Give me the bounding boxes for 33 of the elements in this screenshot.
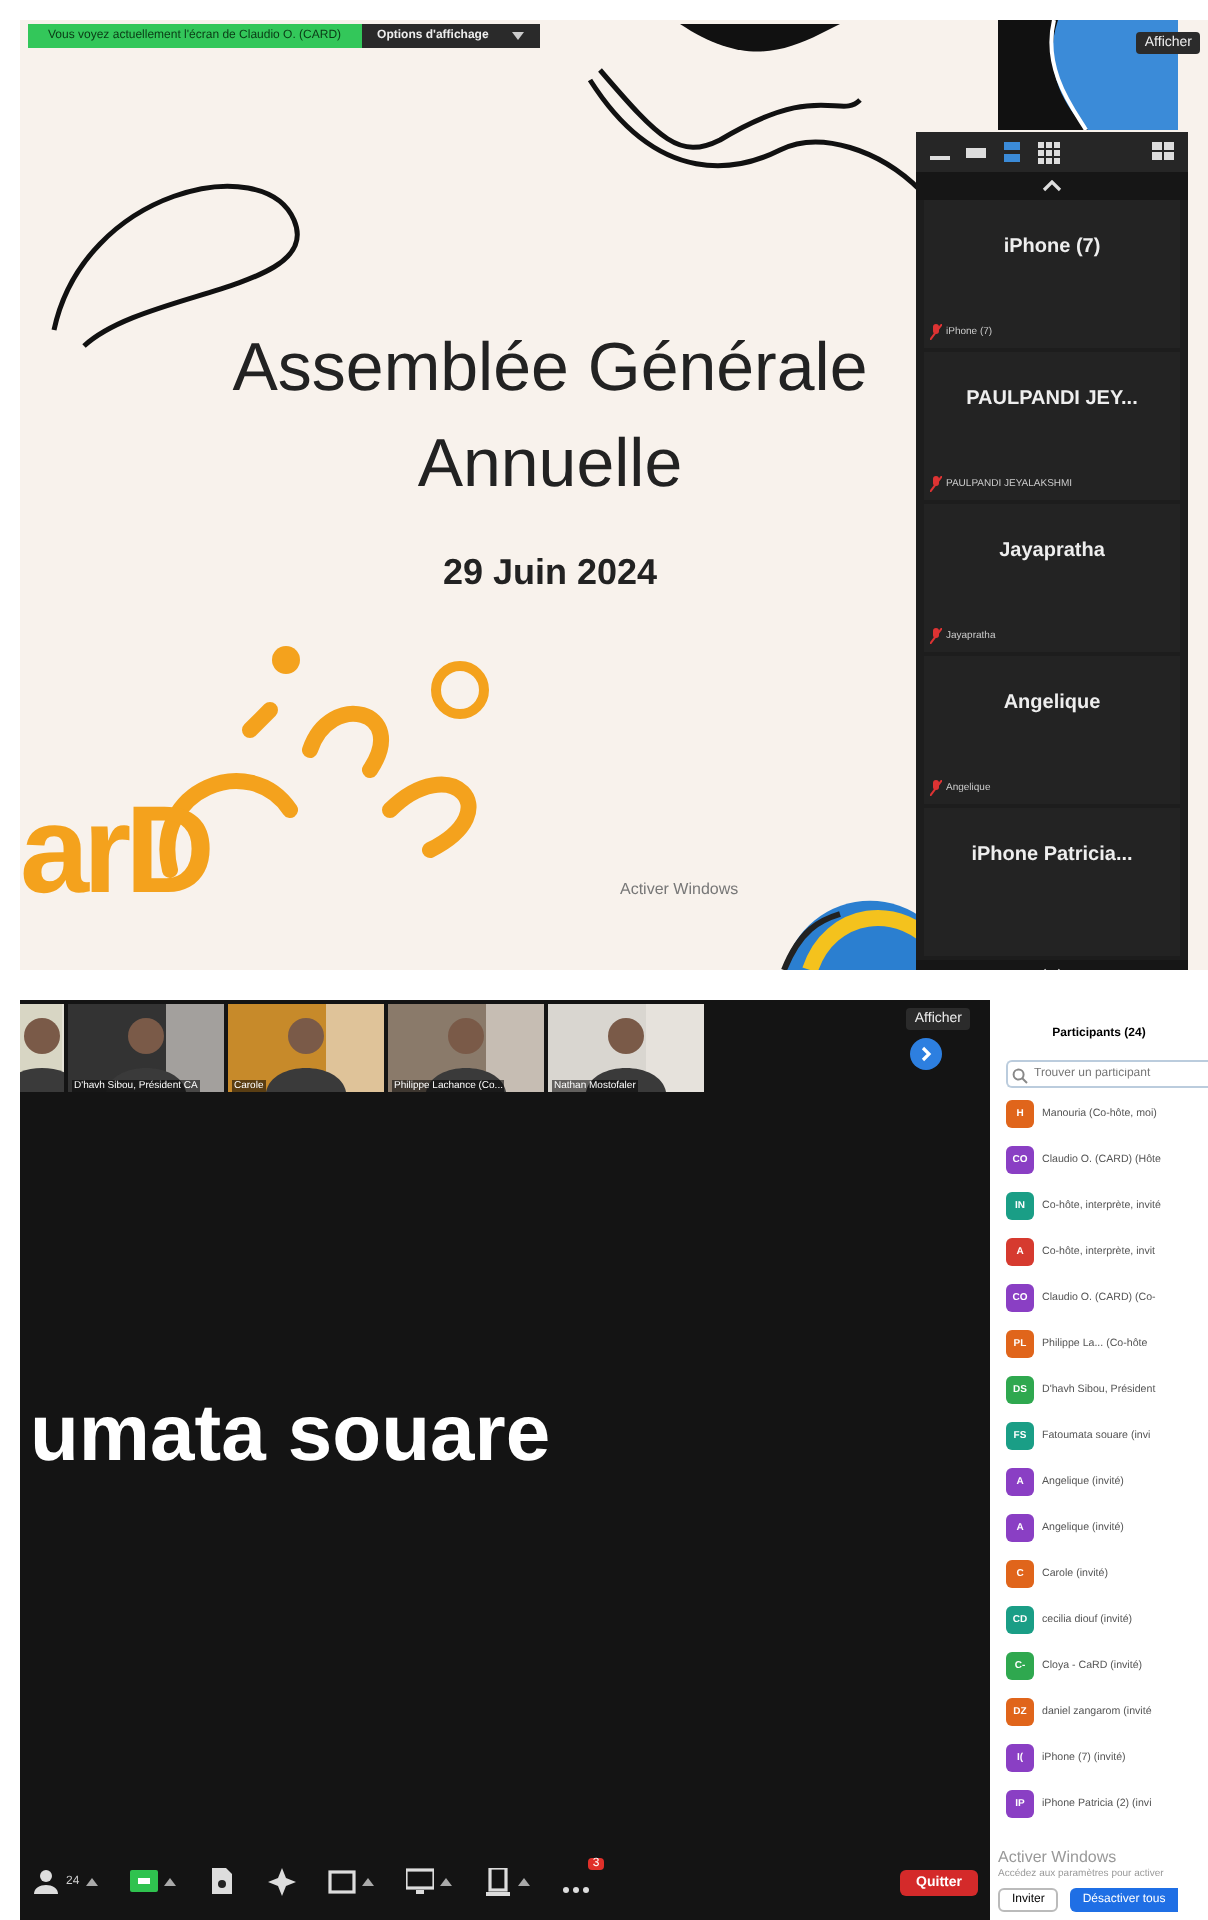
caret-icon[interactable] bbox=[361, 1878, 374, 1886]
tablet-icon[interactable] bbox=[483, 1868, 512, 1896]
participant-name: iPhone Patricia... bbox=[969, 844, 1135, 866]
muted-mic-icon bbox=[930, 324, 942, 340]
slide-date: 29 Juin 2024 bbox=[442, 552, 658, 594]
chevron-up-icon[interactable] bbox=[1042, 180, 1062, 192]
participant-name: Jayapratha bbox=[997, 540, 1107, 562]
os-notice: Activer Windows bbox=[620, 880, 739, 898]
caret-icon bbox=[512, 32, 525, 40]
caret-icon[interactable] bbox=[439, 1878, 452, 1886]
participant-name: PAULPANDI JEY... bbox=[964, 388, 1140, 410]
muted-mic-icon bbox=[930, 780, 942, 796]
logo: arD bbox=[20, 780, 209, 922]
grid-icon[interactable] bbox=[1152, 142, 1176, 162]
monitor-icon[interactable] bbox=[405, 1868, 434, 1896]
slide-title: Assemblée Générale Annuelle bbox=[232, 328, 868, 506]
view-mode-icon[interactable] bbox=[1036, 140, 1060, 164]
caret-icon[interactable] bbox=[163, 1878, 176, 1886]
video-icon[interactable] bbox=[129, 1868, 158, 1896]
sparkle-icon[interactable] bbox=[267, 1868, 296, 1896]
next-page-icon[interactable] bbox=[910, 1038, 942, 1070]
muted-mic-icon bbox=[930, 628, 942, 644]
caret-icon[interactable] bbox=[517, 1878, 530, 1886]
people-icon[interactable] bbox=[32, 1868, 60, 1896]
speaker-name: umata souare bbox=[30, 1389, 551, 1479]
document-icon[interactable] bbox=[207, 1868, 236, 1896]
participant-name: Angelique bbox=[1001, 692, 1103, 714]
muted-mic-icon bbox=[930, 476, 942, 492]
search-icon bbox=[1012, 1068, 1028, 1084]
participant-name: iPhone (7) bbox=[1001, 236, 1103, 258]
caret-icon[interactable] bbox=[85, 1878, 98, 1886]
os-notice: Activer Windows bbox=[998, 1848, 1119, 1866]
square-icon[interactable] bbox=[327, 1868, 356, 1896]
